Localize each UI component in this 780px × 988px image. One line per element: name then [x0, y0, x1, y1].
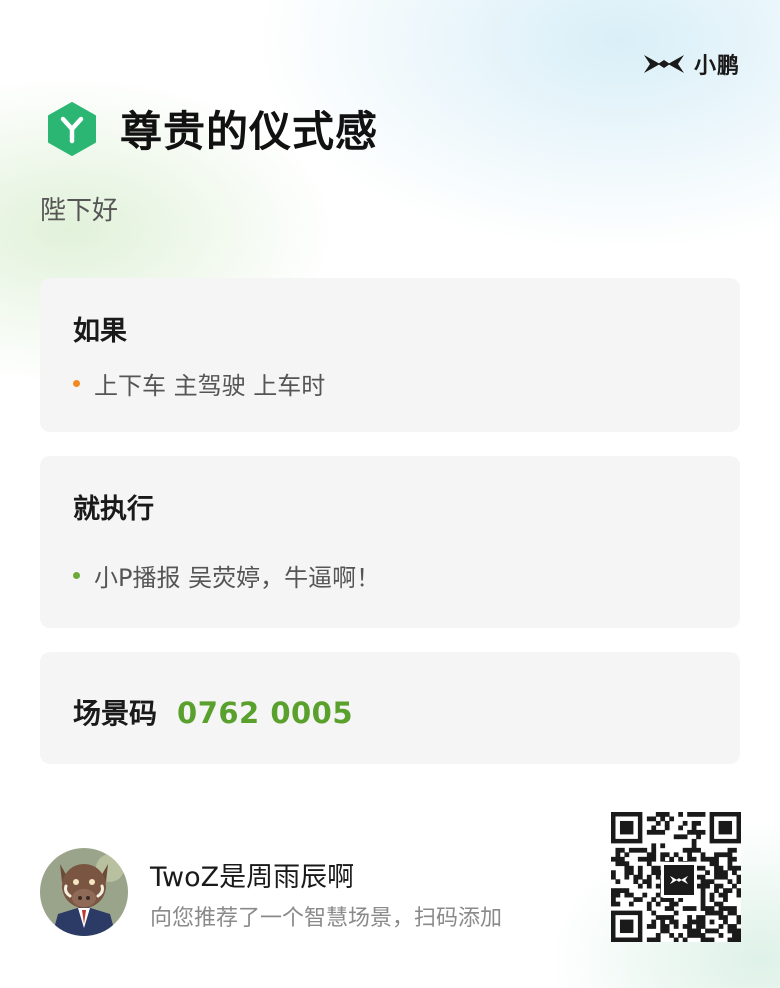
hexagon-y-icon — [48, 101, 96, 156]
action-card: 就执行 小P播报 吴荧婷，牛逼啊！ — [40, 456, 740, 628]
brand-logo: 小鹏 — [642, 48, 740, 80]
action-item: 小P播报 吴荧婷，牛逼啊！ — [73, 558, 380, 593]
condition-card: 如果 上下车 主驾驶 上车时 — [40, 278, 740, 432]
page-subtitle: 陛下好 — [40, 196, 119, 226]
boar-avatar-icon — [40, 848, 128, 936]
action-heading: 就执行 — [73, 494, 154, 525]
qr-code[interactable] — [611, 812, 742, 943]
condition-item: 上下车 主驾驶 上车时 — [73, 366, 325, 401]
sharer-name: TwoZ是周雨辰啊 — [150, 862, 355, 893]
scene-code-row: 场景码 0762 0005 — [73, 692, 353, 732]
condition-heading: 如果 — [73, 316, 127, 347]
xpeng-logo-icon — [643, 55, 684, 73]
brand-name: 小鹏 — [693, 54, 740, 79]
bullet-dot-icon — [73, 380, 80, 387]
bullet-dot-icon — [73, 572, 80, 579]
page-header: 尊贵的仪式感 — [46, 98, 378, 159]
scene-code-label: 场景码 — [73, 697, 158, 730]
scene-code-value[interactable]: 0762 0005 — [177, 696, 353, 730]
sharer-description: 向您推荐了一个智慧场景，扫码添加 — [150, 906, 503, 931]
avatar[interactable] — [40, 848, 128, 936]
condition-item-text: 上下车 主驾驶 上车时 — [94, 372, 326, 400]
scene-code-card: 场景码 0762 0005 — [40, 652, 740, 764]
page-title: 尊贵的仪式感 — [120, 107, 379, 156]
action-item-text: 小P播报 吴荧婷，牛逼啊！ — [94, 564, 381, 592]
qr-center-logo — [661, 862, 697, 898]
xpeng-logo-icon — [669, 875, 689, 885]
